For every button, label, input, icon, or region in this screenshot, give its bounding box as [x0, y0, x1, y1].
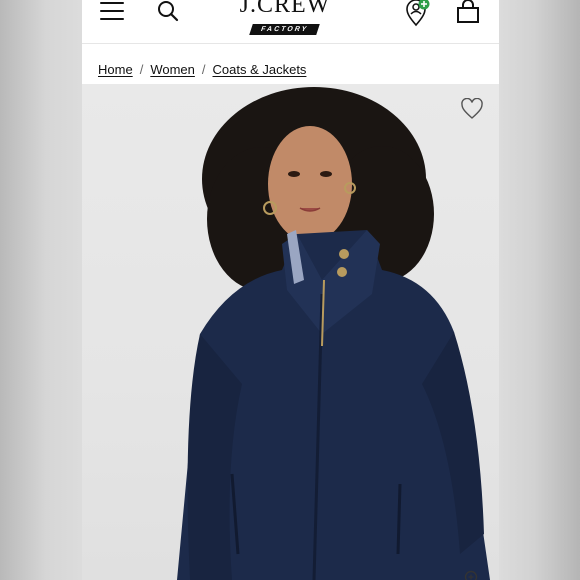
coat-button: [337, 267, 347, 277]
account-icon: [406, 0, 430, 27]
coat-pocket: [396, 483, 402, 555]
breadcrumb: Home / Women / Coats & Jackets: [98, 62, 306, 78]
site-header: J.CREW FACTORY: [82, 0, 499, 44]
model-face: [268, 126, 352, 242]
product-photo-illustration: [177, 87, 490, 580]
logo-text: J.CREW: [239, 0, 331, 18]
menu-button[interactable]: [100, 2, 126, 20]
zoom-icon: [464, 570, 478, 580]
shopping-bag-icon: [457, 0, 479, 23]
heart-icon: [461, 98, 483, 119]
search-icon: [158, 1, 179, 22]
breadcrumb-separator: /: [201, 62, 206, 77]
breadcrumb-separator: /: [139, 62, 144, 77]
coat-button: [339, 249, 349, 259]
zoom-button[interactable]: [464, 570, 480, 580]
app-screen: J.CREW FACTORY Home / Women / Coats & Jacket…: [82, 0, 499, 580]
product-image[interactable]: [82, 84, 499, 580]
menu-icon-bar: [100, 18, 124, 20]
breadcrumb-coats-jackets[interactable]: Coats & Jackets: [213, 62, 307, 77]
shopping-bag-button[interactable]: [456, 0, 480, 24]
model-eye: [320, 171, 332, 177]
breadcrumb-women[interactable]: Women: [150, 62, 195, 77]
menu-icon-bar: [100, 2, 124, 4]
wishlist-button[interactable]: [460, 98, 484, 120]
model-eye: [288, 171, 300, 177]
brand-logo[interactable]: J.CREW FACTORY: [230, 0, 340, 35]
search-button[interactable]: [156, 0, 180, 24]
logo-subtext: FACTORY: [249, 24, 321, 35]
breadcrumb-home[interactable]: Home: [98, 62, 133, 77]
menu-icon-bar: [100, 10, 124, 12]
account-button[interactable]: [404, 0, 432, 28]
